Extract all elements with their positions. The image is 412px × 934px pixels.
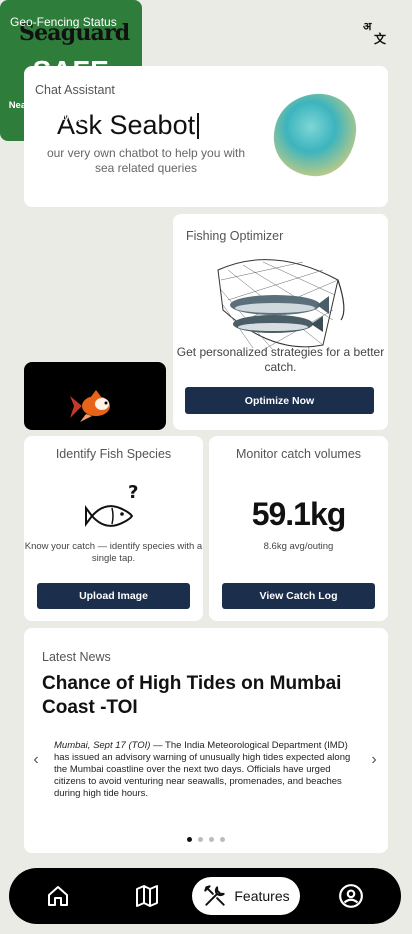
features-label: Features bbox=[234, 888, 290, 904]
features-tab[interactable]: Features bbox=[192, 877, 300, 915]
bottom-navigation: Features bbox=[9, 868, 401, 924]
fishing-optimizer-label: Fishing Optimizer bbox=[186, 229, 284, 243]
monitor-catch-label: Monitor catch volumes bbox=[235, 447, 362, 461]
identify-species-label: Identify Fish Species bbox=[55, 447, 172, 461]
geo-status: SAFE bbox=[32, 55, 110, 86]
chat-assistant-card[interactable]: Chat Assistant Ask Seabot our very own c… bbox=[24, 66, 388, 207]
catch-average: 8.6kg avg/outing bbox=[263, 541, 334, 552]
geo-fencing-label: Geo-Fencing Status bbox=[10, 15, 117, 29]
text-caret bbox=[197, 112, 200, 139]
map-icon[interactable] bbox=[131, 880, 163, 912]
optimizer-description: Get personalized strategies for a better… bbox=[176, 345, 385, 374]
page-dot[interactable] bbox=[187, 837, 192, 842]
page-dot[interactable] bbox=[220, 837, 225, 842]
home-icon[interactable] bbox=[42, 880, 74, 912]
catch-total: 59.1kg bbox=[251, 496, 347, 532]
page-dot[interactable] bbox=[209, 837, 214, 842]
news-pagination bbox=[24, 837, 388, 842]
latest-news-label: Latest News bbox=[42, 650, 111, 664]
fish-question-icon: ? bbox=[85, 482, 138, 527]
news-prev-arrow-icon[interactable]: ‹ bbox=[28, 750, 44, 770]
language-toggle-icon[interactable]: अ 文 bbox=[362, 18, 390, 46]
svg-text:?: ? bbox=[128, 482, 138, 503]
tools-icon bbox=[204, 885, 226, 906]
svg-text:文: 文 bbox=[374, 31, 387, 45]
profile-icon[interactable] bbox=[335, 880, 367, 912]
identify-species-card[interactable]: Identify Fish Species ? Know your catch … bbox=[24, 436, 203, 621]
identify-description: Know your catch — identify species with … bbox=[24, 541, 203, 564]
optimize-now-button[interactable]: Optimize Now bbox=[185, 387, 374, 414]
news-dateline: Mumbai, Sept 17 (TOI) bbox=[54, 740, 151, 751]
chat-subtitle: our very own chatbot to help you with se… bbox=[46, 146, 246, 175]
news-title[interactable]: Chance of High Tides on Mumbai Coast -TO… bbox=[42, 672, 372, 720]
fishing-net-icon bbox=[217, 259, 345, 351]
goldfish-image bbox=[24, 362, 166, 430]
page-dot[interactable] bbox=[198, 837, 203, 842]
news-next-arrow-icon[interactable]: › bbox=[366, 750, 382, 770]
fishing-optimizer-card[interactable]: Fishing Optimizer Get personalized strat… bbox=[173, 214, 388, 430]
goldfish-icon bbox=[70, 390, 110, 422]
view-catch-log-button[interactable]: View Catch Log bbox=[222, 583, 375, 609]
news-body: Mumbai, Sept 17 (TOI) — The India Meteor… bbox=[54, 740, 354, 800]
latest-news-card: Latest News Chance of High Tides on Mumb… bbox=[24, 628, 388, 853]
upload-image-button[interactable]: Upload Image bbox=[37, 583, 190, 609]
monitor-catch-card[interactable]: Monitor catch volumes 59.1kg 8.6kg avg/o… bbox=[209, 436, 388, 621]
nearest-geofence: Nearest Geo-Fence: 20.5km away bbox=[8, 100, 134, 123]
seabot-blob-icon bbox=[273, 93, 357, 177]
svg-text:अ: अ bbox=[363, 20, 372, 33]
